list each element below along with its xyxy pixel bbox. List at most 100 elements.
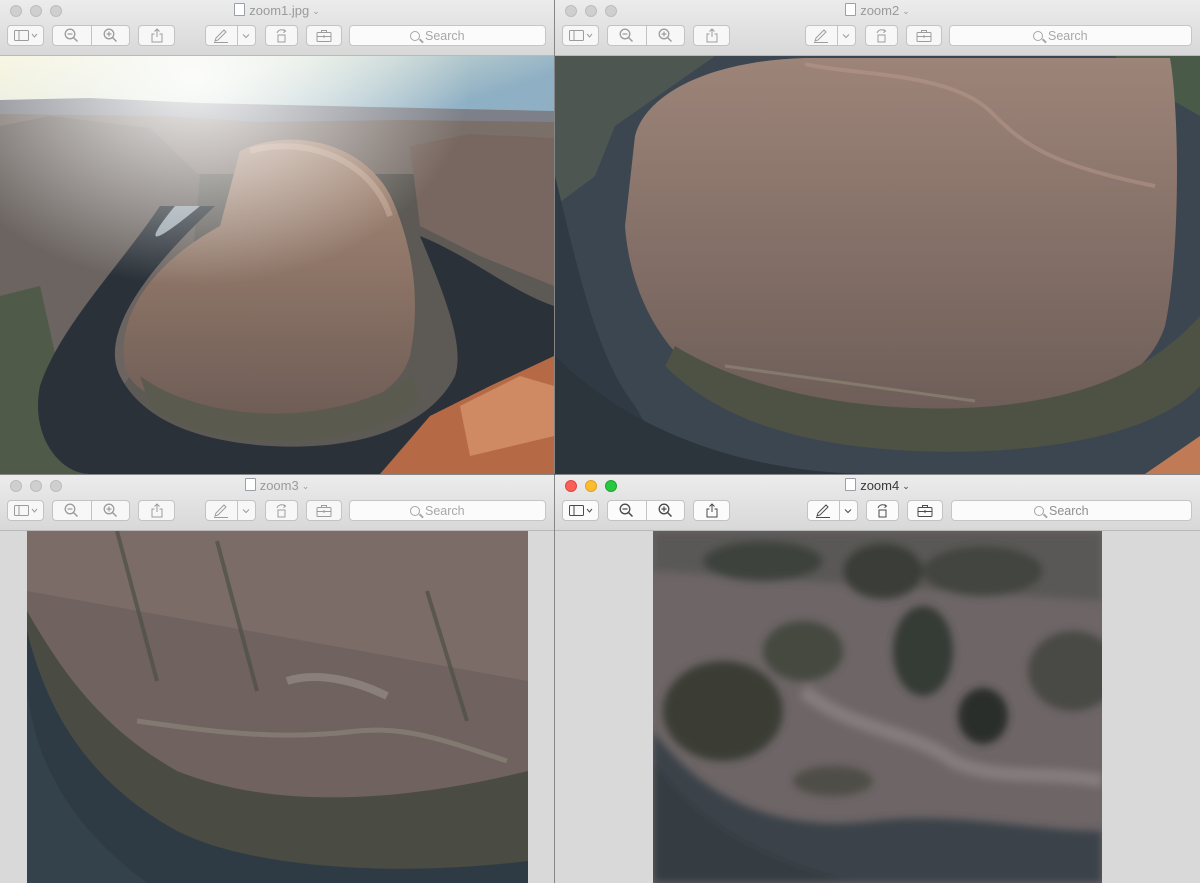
markup-menu-button[interactable] (838, 501, 857, 520)
toolbox-button[interactable] (907, 500, 943, 521)
zoom-out-icon (619, 28, 634, 43)
search-input[interactable] (1049, 503, 1109, 518)
zoom-out-button[interactable] (53, 501, 91, 520)
canyon-photo-zoom2 (555, 56, 1200, 474)
search-icon (1033, 30, 1043, 41)
sidebar-toggle-icon (13, 29, 37, 41)
markup-button[interactable] (206, 501, 237, 520)
share-button[interactable] (138, 25, 175, 46)
toolbox-button[interactable] (306, 25, 342, 46)
share-icon (706, 503, 717, 518)
window-title[interactable]: zoom3 ⌄ (0, 478, 554, 493)
image-viewport (555, 56, 1200, 474)
search-field[interactable] (349, 500, 546, 521)
chevron-down-icon (845, 508, 852, 513)
rotate-icon (276, 28, 286, 42)
share-button[interactable] (693, 25, 730, 46)
sidebar-toggle-button[interactable] (7, 25, 44, 46)
search-input[interactable] (425, 503, 485, 518)
markup-controls (807, 500, 858, 521)
window-title[interactable]: zoom2 ⌄ (555, 3, 1200, 18)
share-button[interactable] (138, 500, 175, 521)
toolbox-button[interactable] (906, 25, 942, 46)
zoom-in-button[interactable] (645, 26, 685, 45)
rotate-icon (876, 28, 886, 42)
zoom-in-button[interactable] (90, 501, 130, 520)
image-viewport (0, 56, 554, 474)
preview-window-zoom1: zoom1.jpg ⌄ (0, 0, 554, 474)
search-field[interactable] (951, 500, 1192, 521)
zoom-in-icon (658, 28, 672, 43)
search-icon (410, 30, 420, 41)
rotate-button[interactable] (866, 500, 899, 521)
document-icon (845, 3, 857, 16)
markup-controls (205, 25, 256, 46)
window-title[interactable]: zoom4 ⌄ (555, 478, 1200, 493)
markup-button[interactable] (808, 501, 839, 520)
zoom-out-button[interactable] (608, 26, 646, 45)
sidebar-toggle-icon (13, 504, 37, 516)
zoom-in-icon (658, 503, 672, 518)
zoom-in-button[interactable] (645, 501, 685, 520)
chevron-down-icon: ⌄ (301, 481, 310, 491)
sidebar-toggle-button[interactable] (562, 25, 599, 46)
preview-window-zoom4: zoom4 ⌄ (555, 475, 1200, 883)
toolbox-icon (917, 505, 933, 517)
window-title[interactable]: zoom1.jpg ⌄ (0, 3, 554, 18)
markup-button[interactable] (206, 26, 237, 45)
sidebar-toggle-icon (568, 29, 592, 41)
markup-menu-button[interactable] (236, 26, 255, 45)
zoom-out-icon (619, 503, 634, 518)
share-button[interactable] (693, 500, 730, 521)
rotate-icon (877, 503, 887, 517)
markup-controls (805, 25, 856, 46)
markup-controls (205, 500, 256, 521)
image-viewport (0, 531, 554, 883)
zoom-in-button[interactable] (90, 26, 130, 45)
titlebar[interactable]: zoom1.jpg ⌄ (0, 0, 554, 56)
canyon-photo-zoom3 (27, 531, 528, 883)
rotate-button[interactable] (265, 500, 298, 521)
search-icon (410, 505, 420, 516)
canyon-photo-zoom4 (653, 531, 1102, 883)
zoom-out-button[interactable] (53, 26, 91, 45)
zoom-controls (607, 25, 685, 46)
markup-pen-icon (214, 503, 229, 518)
sidebar-toggle-icon (568, 504, 592, 516)
markup-button[interactable] (806, 26, 837, 45)
zoom-controls (607, 500, 685, 521)
markup-pen-icon (814, 28, 829, 43)
markup-menu-button[interactable] (836, 26, 855, 45)
zoom-out-button[interactable] (608, 501, 646, 520)
zoom-out-icon (64, 503, 79, 518)
chevron-down-icon (843, 33, 850, 38)
markup-pen-icon (214, 28, 229, 43)
markup-menu-button[interactable] (236, 501, 255, 520)
zoom-in-icon (103, 28, 117, 43)
rotate-button[interactable] (265, 25, 298, 46)
search-input[interactable] (1048, 28, 1108, 43)
chevron-down-icon: ⌄ (312, 6, 320, 16)
share-icon (151, 503, 162, 518)
zoom-controls (52, 25, 130, 46)
zoom-out-icon (64, 28, 79, 43)
chevron-down-icon: ⌄ (902, 481, 910, 491)
search-field[interactable] (349, 25, 546, 46)
sidebar-toggle-button[interactable] (7, 500, 44, 521)
chevron-down-icon (243, 33, 250, 38)
rotate-button[interactable] (865, 25, 898, 46)
document-icon (234, 3, 246, 16)
canyon-photo-full (0, 56, 554, 474)
titlebar[interactable]: zoom4 ⌄ (555, 475, 1200, 531)
preview-window-zoom2: zoom2 ⌄ (555, 0, 1200, 474)
search-field[interactable] (949, 25, 1192, 46)
image-viewport (555, 531, 1200, 883)
toolbox-button[interactable] (306, 500, 342, 521)
search-input[interactable] (425, 28, 485, 43)
titlebar[interactable]: zoom3 ⌄ (0, 475, 554, 531)
markup-pen-icon (816, 503, 831, 518)
sidebar-toggle-button[interactable] (562, 500, 599, 521)
titlebar[interactable]: zoom2 ⌄ (555, 0, 1200, 56)
toolbox-icon (916, 30, 932, 42)
chevron-down-icon: ⌄ (902, 6, 910, 16)
